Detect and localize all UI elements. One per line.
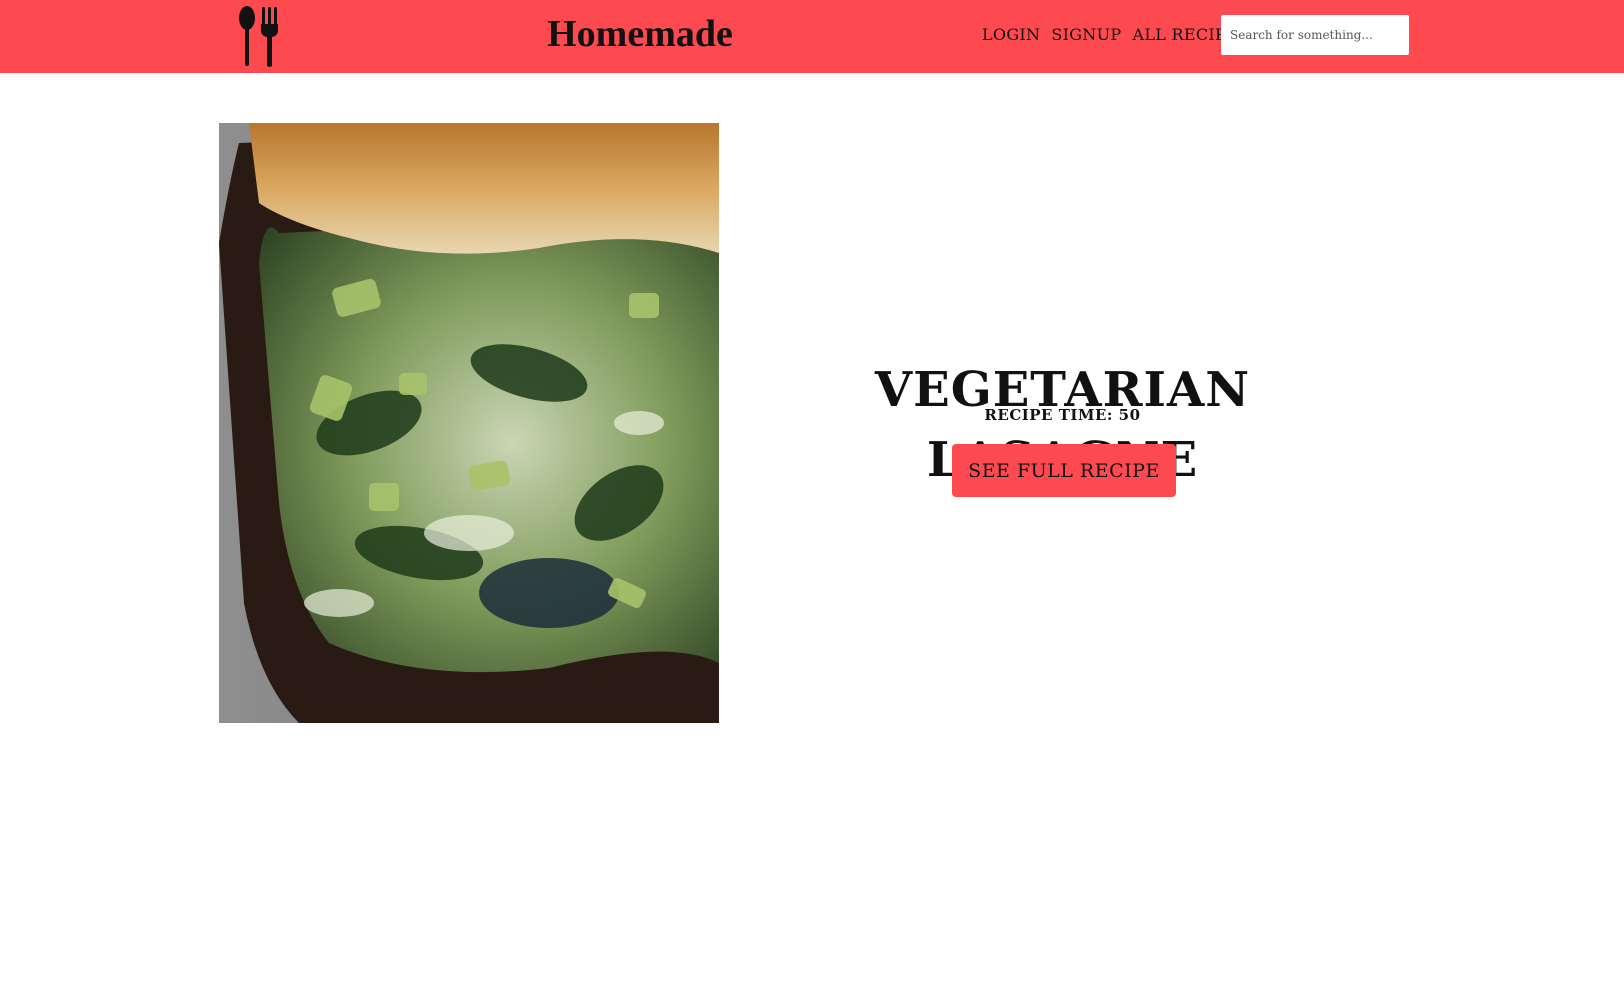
nav-login-link[interactable]: LOGIN <box>982 22 1040 48</box>
recipe-image[interactable] <box>219 123 719 723</box>
site-brand[interactable]: Homemade <box>520 12 760 56</box>
spoon-fork-icon[interactable] <box>235 4 283 68</box>
see-full-recipe-button[interactable]: SEE FULL RECIPE <box>952 444 1176 497</box>
site-header: Homemade LOGIN SIGNUP ALL RECIPES <box>0 0 1624 73</box>
main-nav: LOGIN SIGNUP ALL RECIPES <box>982 22 1249 48</box>
recipe-time: RECIPE TIME: 50 <box>984 406 1141 424</box>
nav-signup-link[interactable]: SIGNUP <box>1051 22 1121 48</box>
search-input[interactable] <box>1221 15 1409 55</box>
